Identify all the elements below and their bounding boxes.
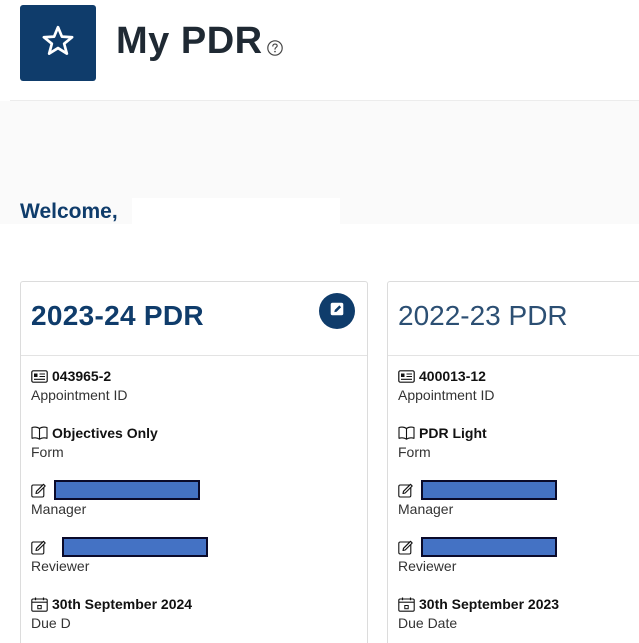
due-date-label: Due Date [398,615,458,631]
form-value: Objectives Only [52,425,158,441]
form-field: PDR Light Form [398,423,639,463]
appointment-id-label: Appointment ID [398,387,495,403]
manager-label: Manager [398,501,454,517]
due-date-value: 30th September 2024 [52,596,193,612]
reviewer-field: Reviewer [31,537,357,577]
pdr-page: My PDR Welcome, 2023-24 PDR 043965-2 App… [0,0,639,643]
manager-field: Manager [398,480,639,520]
pdr-card-2023-24[interactable]: 2023-24 PDR 043965-2 Appointment ID Obje… [20,281,368,643]
book-icon [31,426,48,441]
reviewer-label: Reviewer [398,558,457,574]
manager-redacted [421,480,557,500]
star-icon [40,23,76,64]
manager-field: Manager [31,480,357,520]
appointment-id-value: 400013-12 [419,368,486,384]
appointment-id-field: 043965-2 Appointment ID [31,366,357,406]
redacted-name [132,198,340,224]
help-circle-icon[interactable] [265,38,285,58]
edit-pdr-button[interactable] [319,293,355,329]
appointment-id-field: 400013-12 Appointment ID [398,366,639,406]
pdr-card-2022-23[interactable]: 2022-23 PDR 400013-12 Appointment ID PDR… [387,281,639,643]
reviewer-label: Reviewer [31,558,90,574]
form-label: Form [31,444,64,460]
form-value: PDR Light [419,425,487,441]
card-title: 2022-23 PDR [398,300,568,331]
manager-redacted [54,480,200,500]
edit-icon [328,300,346,323]
due-date-value: 30th September 2023 [419,596,560,612]
app-header: My PDR [0,0,639,100]
appointment-id-label: Appointment ID [31,387,128,403]
pencil-icon [31,540,48,555]
card-title: 2023-24 PDR [31,300,204,331]
due-date-field: 30th September 2024 Due D [31,594,357,634]
calendar-icon [398,597,415,612]
card-header: 2023-24 PDR [21,282,367,356]
pencil-icon [31,483,48,498]
reviewer-redacted [62,537,208,557]
card-header: 2022-23 PDR [388,282,639,356]
book-icon [398,426,415,441]
due-date-field: 30th September 2023 Due Date [398,594,639,634]
manager-label: Manager [31,501,87,517]
redacted-name-line2 [20,224,140,254]
welcome-heading: Welcome, [20,200,118,223]
calendar-icon [31,597,48,612]
appointment-id-value: 043965-2 [52,368,112,384]
page-title: My PDR [116,20,263,62]
pencil-icon [398,483,415,498]
id-card-icon [31,369,48,384]
form-label: Form [398,444,431,460]
reviewer-redacted [421,537,557,557]
app-logo [20,5,96,81]
reviewer-field: Reviewer [398,537,639,577]
pencil-icon [398,540,415,555]
due-date-label: Due D [31,615,71,631]
id-card-icon [398,369,415,384]
form-field: Objectives Only Form [31,423,357,463]
